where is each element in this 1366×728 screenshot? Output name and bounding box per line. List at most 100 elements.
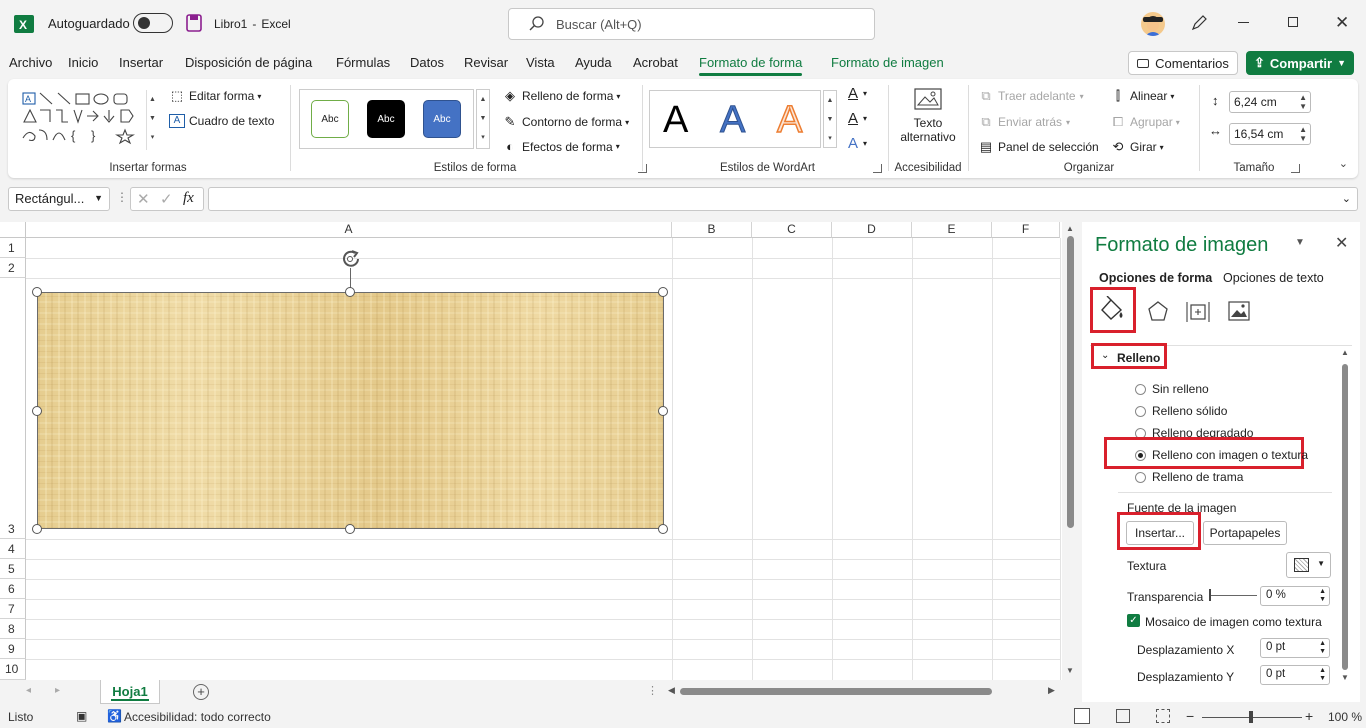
wordart-preset-1[interactable]: A: [663, 99, 688, 142]
wordart-preset-3[interactable]: A: [776, 98, 803, 142]
edit-shape-button[interactable]: ⬚ Editar forma ▾: [169, 88, 262, 104]
zoom-out-icon[interactable]: −: [1186, 708, 1194, 724]
minimize-icon[interactable]: [1238, 22, 1249, 23]
expand-formula-icon[interactable]: ⌄: [1342, 192, 1351, 205]
collapse-ribbon-icon[interactable]: ⌄: [1339, 157, 1348, 170]
row-header-10[interactable]: 10: [0, 659, 26, 680]
wordart-gallery[interactable]: A A A: [649, 90, 821, 148]
save-icon[interactable]: [186, 14, 202, 32]
style-preset-3[interactable]: Abc: [423, 100, 461, 138]
horizontal-scroll-thumb[interactable]: [680, 688, 992, 695]
chevron-down-icon[interactable]: ⌄: [1101, 350, 1109, 361]
resize-handle[interactable]: [32, 524, 42, 534]
comments-button[interactable]: Comentarios: [1128, 51, 1238, 75]
scroll-right-icon[interactable]: ▶: [1048, 685, 1055, 696]
row-header-7[interactable]: 7: [0, 599, 26, 619]
tab-datos[interactable]: Datos: [410, 55, 444, 70]
option-solid-fill[interactable]: Relleno sólido: [1135, 404, 1227, 418]
vertical-scroll-thumb[interactable]: [1067, 236, 1074, 528]
tab-formato-de-imagen[interactable]: Formato de imagen: [831, 55, 944, 70]
selection-pane-button[interactable]: ▤ Panel de selección: [978, 139, 1099, 155]
shapes-gallery[interactable]: A {}: [21, 90, 145, 150]
wordart-scroll[interactable]: ▲ ▼ ▾: [823, 90, 837, 148]
resize-handle[interactable]: [32, 287, 42, 297]
selected-rectangle-shape[interactable]: [37, 292, 664, 529]
shape-outline-button[interactable]: ✎ Contorno de forma ▾: [502, 114, 630, 130]
text-fill-button[interactable]: A ▾: [848, 85, 867, 102]
normal-view-icon[interactable]: [1074, 708, 1090, 724]
clipboard-button[interactable]: Portapapeles: [1203, 521, 1287, 545]
confirm-icon[interactable]: ✓: [160, 190, 173, 208]
text-effects-button[interactable]: A ▾: [848, 135, 867, 152]
bring-forward-button[interactable]: ⧉ Traer adelante ▾: [978, 88, 1083, 104]
height-field[interactable]: 6,24 cm ▲ ▼: [1229, 91, 1311, 113]
tab-vista[interactable]: Vista: [526, 55, 555, 70]
accessibility-icon[interactable]: ♿: [107, 709, 122, 723]
size-properties-icon[interactable]: [1186, 300, 1210, 327]
horizontal-scrollbar[interactable]: ◀ ▶: [666, 684, 1060, 700]
transparency-slider-thumb[interactable]: [1209, 589, 1211, 601]
resize-handle[interactable]: [345, 524, 355, 534]
align-button[interactable]: ⫿ Alinear ▾: [1110, 88, 1174, 104]
insert-function-icon[interactable]: fx: [183, 190, 194, 207]
prev-sheet-icon[interactable]: ◂: [26, 685, 31, 696]
tab-inicio[interactable]: Inicio: [68, 55, 98, 70]
style-preset-1[interactable]: Abc: [311, 100, 349, 138]
row-header-3[interactable]: 3: [0, 278, 26, 539]
tile-label[interactable]: Mosaico de imagen como textura: [1145, 615, 1322, 629]
transparency-slider[interactable]: [1209, 595, 1257, 596]
picture-icon[interactable]: [1228, 301, 1250, 324]
select-all-corner[interactable]: [0, 222, 26, 238]
width-field[interactable]: 16,54 cm ▲ ▼: [1229, 123, 1311, 145]
pane-scrollbar[interactable]: ▲ ▼: [1338, 348, 1352, 688]
scroll-down-icon[interactable]: ▼: [1341, 673, 1349, 682]
tab-archivo[interactable]: Archivo: [9, 55, 52, 70]
option-picture-texture-fill[interactable]: Relleno con imagen o textura: [1135, 448, 1308, 462]
dialog-launcher-icon[interactable]: [1291, 164, 1300, 173]
close-pane-icon[interactable]: ✕: [1335, 233, 1348, 253]
resize-handle[interactable]: [32, 406, 42, 416]
tab-formato-de-forma[interactable]: Formato de forma: [699, 55, 803, 76]
insert-picture-button[interactable]: Insertar...: [1126, 521, 1194, 545]
send-backward-button[interactable]: ⧉ Enviar atrás ▾: [978, 114, 1070, 130]
tab-formulas[interactable]: Fórmulas: [336, 55, 390, 70]
column-header-d[interactable]: D: [832, 222, 912, 238]
pane-scroll-thumb[interactable]: [1342, 364, 1348, 670]
row-header-2[interactable]: 2: [0, 258, 26, 278]
resize-handle[interactable]: [345, 287, 355, 297]
restore-icon[interactable]: [1288, 17, 1298, 27]
fill-line-icon[interactable]: [1097, 295, 1125, 325]
rotation-handle-icon[interactable]: [340, 248, 362, 273]
scroll-down-icon[interactable]: ▼: [1066, 666, 1074, 675]
vertical-scrollbar[interactable]: ▲ ▼: [1062, 222, 1078, 680]
rotate-button[interactable]: ⟲ Girar ▾: [1110, 139, 1164, 155]
shape-styles-gallery[interactable]: Abc Abc Abc: [299, 89, 474, 149]
worksheet-grid[interactable]: A B C D E F 1 2 3 4 5 6 7 8 9 10 ▲ ▼: [0, 222, 1078, 680]
zoom-in-icon[interactable]: +: [1305, 708, 1313, 724]
shape-effects-button[interactable]: ◐ Efectos de forma ▾: [502, 139, 620, 154]
tab-disposicion[interactable]: Disposición de página: [185, 55, 312, 70]
avatar[interactable]: [1141, 12, 1165, 36]
group-button[interactable]: ⧠ Agrupar ▾: [1110, 114, 1180, 130]
radio-picture-texture-fill[interactable]: [1135, 449, 1146, 461]
style-preset-2[interactable]: Abc: [367, 100, 405, 138]
tab-shape-options[interactable]: Opciones de forma: [1099, 271, 1212, 285]
row-header-5[interactable]: 5: [0, 559, 26, 579]
search-box[interactable]: Buscar (Alt+Q): [508, 8, 875, 40]
text-box-button[interactable]: A Cuadro de texto: [169, 114, 274, 128]
text-outline-button[interactable]: A ▾: [848, 110, 867, 127]
transparency-field[interactable]: 0 % ▲ ▼: [1260, 586, 1330, 606]
shape-styles-scroll[interactable]: ▲ ▼ ▾: [476, 89, 490, 149]
option-no-fill[interactable]: Sin relleno: [1135, 382, 1209, 396]
tab-text-options[interactable]: Opciones de texto: [1223, 271, 1324, 285]
scroll-up-icon[interactable]: ▲: [1341, 348, 1349, 357]
zoom-level[interactable]: 100 %: [1328, 710, 1362, 724]
zoom-slider-thumb[interactable]: [1249, 711, 1253, 723]
tile-checkbox[interactable]: ✓: [1127, 614, 1140, 627]
column-header-b[interactable]: B: [672, 222, 752, 238]
column-header-f[interactable]: F: [992, 222, 1060, 238]
column-header-e[interactable]: E: [912, 222, 992, 238]
column-header-c[interactable]: C: [752, 222, 832, 238]
share-button[interactable]: ⇪ Compartir ▼: [1246, 51, 1354, 75]
row-header-8[interactable]: 8: [0, 619, 26, 639]
